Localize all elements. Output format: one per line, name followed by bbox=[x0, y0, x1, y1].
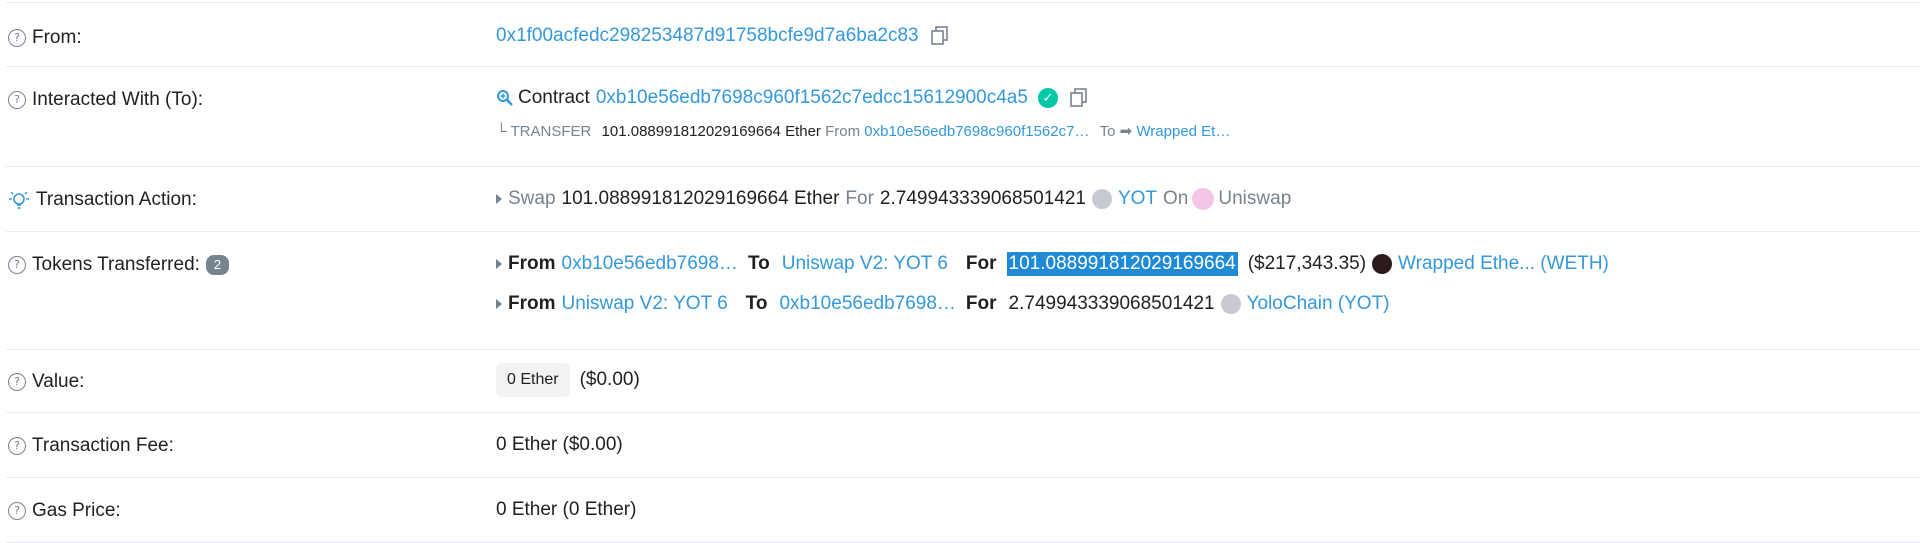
transfer-from-link[interactable]: Uniswap V2: YOT 6 bbox=[562, 293, 728, 315]
interacted-row: ? Interacted With (To): Contract 0xb10e5… bbox=[6, 67, 1920, 167]
transfer-to-word: To bbox=[1099, 123, 1116, 140]
dex-name: Uniswap bbox=[1218, 188, 1292, 209]
interacted-label-wrap: ? Interacted With (To): bbox=[8, 89, 203, 111]
gas-value: 0 Ether (0 Ether) bbox=[496, 499, 636, 521]
help-icon[interactable]: ? bbox=[8, 502, 26, 520]
gas-row: ? Gas Price: 0 Ether (0 Ether) bbox=[6, 478, 1920, 543]
fee-amount: 0 Ether ($0.00) bbox=[496, 434, 623, 455]
token-count-badge: 2 bbox=[205, 255, 230, 275]
caret-right-icon[interactable] bbox=[496, 194, 502, 204]
arrow-right-icon: ➡ bbox=[1119, 123, 1133, 140]
tokens-label-wrap: ? Tokens Transferred: 2 bbox=[8, 254, 230, 276]
fee-row: ? Transaction Fee: 0 Ether ($0.00) bbox=[6, 413, 1920, 478]
uniswap-unicorn-icon bbox=[1192, 188, 1215, 210]
interacted-label: Interacted With (To): bbox=[32, 89, 204, 110]
from-address-link[interactable]: 0x1f00acfedc298253487d91758bcfe9d7a6ba2c… bbox=[496, 25, 919, 47]
swap-word: Swap bbox=[508, 188, 556, 209]
for-word: For bbox=[965, 253, 997, 274]
tokens-label: Tokens Transferred: bbox=[32, 254, 200, 275]
caret-right-icon[interactable] bbox=[496, 259, 502, 269]
on-word: On bbox=[1163, 188, 1189, 209]
verified-check-icon: ✓ bbox=[1037, 88, 1058, 108]
transaction-details: ? From: 0x1f00acfedc298253487d91758bcfe9… bbox=[0, 0, 1920, 543]
transfer-usd-value: ($217,343.35) bbox=[1247, 253, 1367, 274]
transfer-amount: 101.088991812029169664 Ether bbox=[601, 123, 821, 140]
transfer-to-link[interactable]: Wrapped Et… bbox=[1136, 123, 1230, 140]
copy-icon[interactable] bbox=[930, 26, 949, 46]
help-icon[interactable]: ? bbox=[8, 373, 26, 391]
value-value: 0 Ether ($0.00) bbox=[496, 363, 640, 397]
gas-amount: 0 Ether (0 Ether) bbox=[496, 499, 637, 520]
copy-icon[interactable] bbox=[1070, 88, 1088, 108]
yot-token-icon bbox=[1220, 294, 1241, 314]
from-label: From: bbox=[32, 27, 82, 48]
value-label: Value: bbox=[32, 371, 85, 392]
action-label: Transaction Action: bbox=[36, 189, 197, 210]
help-icon[interactable]: ? bbox=[8, 29, 26, 47]
yot-token-link[interactable]: YoloChain (YOT) bbox=[1247, 293, 1390, 315]
transfer-from-link[interactable]: 0xb10e56edb7698… bbox=[562, 253, 738, 275]
interacted-value: Contract 0xb10e56edb7698c960f1562c7edcc1… bbox=[496, 87, 1088, 109]
from-label-wrap: ? From: bbox=[8, 27, 82, 49]
action-row: Transaction Action: Swap 101.08899181202… bbox=[6, 167, 1920, 232]
to-word: To bbox=[745, 293, 768, 314]
fee-label: Transaction Fee: bbox=[32, 435, 174, 456]
lightbulb-icon bbox=[9, 191, 29, 209]
transfer-prefix: └ TRANSFER bbox=[496, 123, 592, 140]
gas-label-wrap: ? Gas Price: bbox=[8, 500, 121, 522]
swap-amount-1: 101.088991812029169664 Ether bbox=[561, 188, 840, 209]
action-value: Swap 101.088991812029169664 Ether For 2.… bbox=[496, 188, 1291, 210]
help-icon[interactable]: ? bbox=[8, 256, 26, 274]
tokens-row: ? Tokens Transferred: 2 From 0xb10e56edb… bbox=[6, 232, 1920, 350]
yot-token-icon bbox=[1091, 189, 1112, 209]
value-label-wrap: ? Value: bbox=[8, 371, 84, 393]
transfer-amount-selected: 101.088991812029169664 bbox=[1006, 252, 1238, 276]
transfer-to-link[interactable]: Uniswap V2: YOT 6 bbox=[782, 253, 948, 275]
token-transfer-row: From 0xb10e56edb7698… To Uniswap V2: YOT… bbox=[496, 252, 1609, 276]
from-word: From bbox=[508, 293, 556, 314]
caret-right-icon[interactable] bbox=[496, 299, 502, 309]
fee-value: 0 Ether ($0.00) bbox=[496, 434, 623, 456]
value-usd: ($0.00) bbox=[579, 369, 640, 390]
token-transfer-row: From Uniswap V2: YOT 6 To 0xb10e56edb769… bbox=[496, 293, 1390, 315]
transfer-from-link[interactable]: 0xb10e56edb7698c960f1562c7… bbox=[864, 123, 1089, 140]
from-row: ? From: 0x1f00acfedc298253487d91758bcfe9… bbox=[6, 3, 1920, 67]
internal-transfer-line: └ TRANSFER 101.088991812029169664 Ether … bbox=[496, 122, 1230, 140]
weth-token-link[interactable]: Wrapped Ethe... (WETH) bbox=[1398, 253, 1609, 275]
transfer-to-link[interactable]: 0xb10e56edb7698… bbox=[779, 293, 955, 315]
help-icon[interactable]: ? bbox=[8, 437, 26, 455]
contract-address-link[interactable]: 0xb10e56edb7698c960f1562c7edcc15612900c4… bbox=[596, 87, 1028, 109]
fee-label-wrap: ? Transaction Fee: bbox=[8, 435, 174, 457]
value-row: ? Value: 0 Ether ($0.00) bbox=[6, 350, 1920, 413]
contract-word: Contract bbox=[518, 87, 590, 108]
to-word: To bbox=[747, 253, 770, 274]
yot-token-link[interactable]: YOT bbox=[1118, 188, 1157, 210]
ether-amount-pill: 0 Ether bbox=[496, 363, 570, 397]
from-value: 0x1f00acfedc298253487d91758bcfe9d7a6ba2c… bbox=[496, 25, 949, 47]
search-zoom-icon[interactable] bbox=[496, 89, 514, 107]
swap-amount-2: 2.749943339068501421 bbox=[879, 188, 1086, 209]
transfer-from-word: From bbox=[825, 123, 861, 140]
help-icon[interactable]: ? bbox=[8, 91, 26, 109]
gas-label: Gas Price: bbox=[32, 500, 121, 521]
for-word: For bbox=[845, 188, 874, 209]
action-label-wrap: Transaction Action: bbox=[8, 189, 197, 211]
weth-token-icon bbox=[1372, 254, 1393, 274]
from-word: From bbox=[508, 253, 556, 274]
for-word: For bbox=[965, 293, 997, 314]
transfer-amount: 2.749943339068501421 bbox=[1008, 293, 1215, 314]
